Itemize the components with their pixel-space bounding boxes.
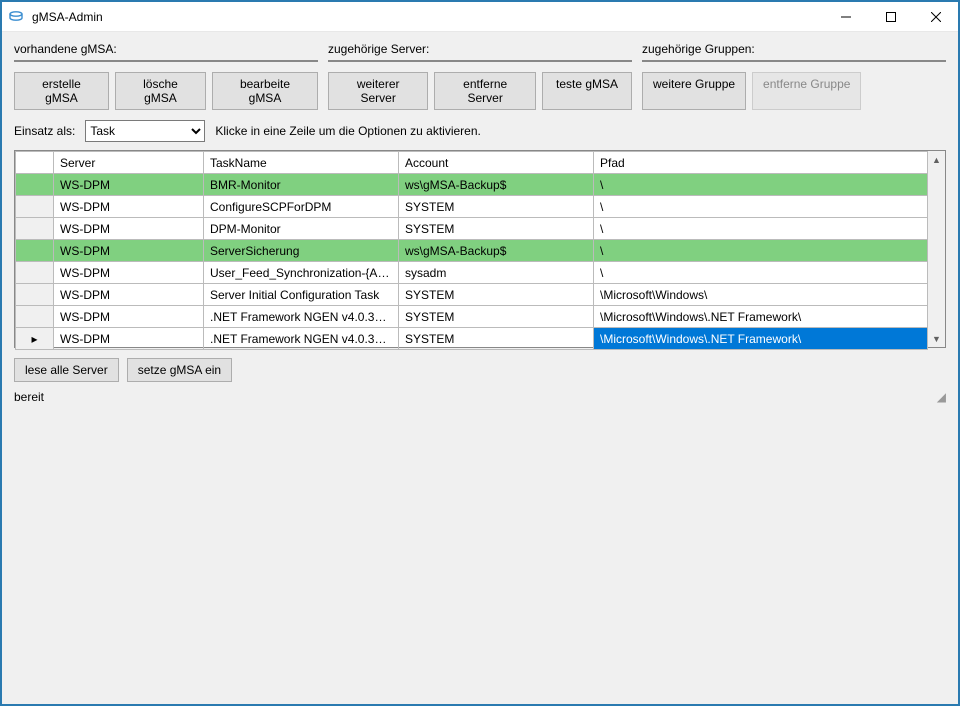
grid-cell[interactable]: ws\gMSA-Backup$ [399,240,594,262]
row-header[interactable]: ▸ [16,328,54,350]
grid-cell[interactable]: DPM-Monitor [204,218,399,240]
col-server[interactable]: Server [54,152,204,174]
table-row[interactable]: ▸WS-DPM.NET Framework NGEN v4.0.30319 64… [16,328,928,350]
servers-listbox[interactable]: WS-DC1.ws.itsWS-FS1.ws.itsWS-MX1.ws.itsW… [328,60,632,62]
apply-gmsa-button[interactable]: setze gMSA ein [127,358,232,382]
grid-cell[interactable]: \ [594,218,928,240]
gmsa-label: vorhandene gMSA: [14,42,318,56]
resize-grip-icon[interactable]: ◢ [932,390,946,404]
grid-corner [16,152,54,174]
grid-cell[interactable]: SYSTEM [399,284,594,306]
grid-cell[interactable]: WS-DPM [54,306,204,328]
row-header[interactable] [16,284,54,306]
grid-cell[interactable]: ServerSicherung [204,240,399,262]
col-task[interactable]: TaskName [204,152,399,174]
grid-cell[interactable]: Server Initial Configuration Task [204,284,399,306]
scroll-up-icon[interactable]: ▲ [928,61,945,62]
maximize-button[interactable] [868,3,913,31]
window-title: gMSA-Admin [30,10,823,24]
grid-cell[interactable]: WS-DPM [54,328,204,350]
task-grid[interactable]: Server TaskName Account Pfad WS-DPMBMR-M… [14,150,946,348]
status-text: bereit [14,390,44,404]
grid-cell[interactable]: User_Feed_Synchronization-{A6AB57... [204,262,399,284]
grid-cell[interactable]: BMR-Monitor [204,174,399,196]
grid-cell[interactable]: \Microsoft\Windows\ [594,284,928,306]
delete-gmsa-button[interactable]: lösche gMSA [115,72,206,110]
close-button[interactable] [913,3,958,31]
row-header[interactable] [16,306,54,328]
titlebar: gMSA-Admin [2,2,958,32]
servers-label: zugehörige Server: [328,42,632,56]
scroll-down-icon[interactable]: ▼ [928,60,945,61]
grid-cell[interactable]: .NET Framework NGEN v4.0.30319 64 [204,328,399,350]
table-row[interactable]: WS-DPMUser_Feed_Synchronization-{A6AB57.… [16,262,928,284]
more-server-button[interactable]: weiterer Server [328,72,428,110]
edit-gmsa-button[interactable]: bearbeite gMSA [212,72,318,110]
grid-cell[interactable]: ConfigureSCPForDPM [204,196,399,218]
more-group-button[interactable]: weitere Gruppe [642,72,746,110]
row-header[interactable] [16,196,54,218]
read-servers-button[interactable]: lese alle Server [14,358,119,382]
grid-cell[interactable]: WS-DPM [54,218,204,240]
grid-cell[interactable]: sysadm [399,262,594,284]
app-icon [8,9,24,25]
table-row[interactable]: WS-DPMServerSicherungws\gMSA-Backup$\ [16,240,928,262]
scroll-down-icon[interactable]: ▼ [928,330,945,347]
grid-cell[interactable]: \Microsoft\Windows\.NET Framework\ [594,328,928,350]
grid-cell[interactable]: WS-DPM [54,174,204,196]
grid-cell[interactable]: \ [594,196,928,218]
col-path[interactable]: Pfad [594,152,928,174]
grid-cell[interactable]: SYSTEM [399,328,594,350]
row-header[interactable] [16,240,54,262]
grid-cell[interactable]: \ [594,262,928,284]
grid-cell[interactable]: WS-DPM [54,284,204,306]
minimize-button[interactable] [823,3,868,31]
remove-server-button[interactable]: entferne Server [434,72,536,110]
groups-label: zugehörige Gruppen: [642,42,946,56]
grid-cell[interactable]: \ [594,174,928,196]
create-gmsa-button[interactable]: erstelle gMSA [14,72,109,110]
einsatz-select[interactable]: Task [85,120,205,142]
grid-cell[interactable]: WS-DPM [54,240,204,262]
row-header[interactable] [16,174,54,196]
grid-cell[interactable]: .NET Framework NGEN v4.0.30319 [204,306,399,328]
table-row[interactable]: WS-DPM.NET Framework NGEN v4.0.30319SYST… [16,306,928,328]
table-row[interactable]: WS-DPMBMR-Monitorws\gMSA-Backup$\ [16,174,928,196]
gmsa-listbox[interactable]: gMSA-ADFS (Service ADFS)gMSA-Backup (Tas… [14,60,318,62]
grid-cell[interactable]: WS-DPM [54,196,204,218]
grid-cell[interactable]: \ [594,240,928,262]
scroll-up-icon[interactable]: ▲ [928,151,945,168]
table-row[interactable]: WS-DPMConfigureSCPForDPMSYSTEM\ [16,196,928,218]
einsatz-label: Einsatz als: [14,124,75,138]
grid-cell[interactable]: ws\gMSA-Backup$ [399,174,594,196]
remove-group-button: entferne Gruppe [752,72,861,110]
row-header[interactable] [16,262,54,284]
table-row[interactable]: WS-DPMDPM-MonitorSYSTEM\ [16,218,928,240]
groups-listbox[interactable]: --- direkte Gruppen: ---GG-SEC-Server-JB… [642,60,946,62]
grid-cell[interactable]: SYSTEM [399,218,594,240]
grid-scrollbar[interactable]: ▲ ▼ [928,151,945,347]
grid-cell[interactable]: WS-DPM [54,262,204,284]
grid-cell[interactable]: \Microsoft\Windows\.NET Framework\ [594,306,928,328]
table-row[interactable]: WS-DPMServer Initial Configuration TaskS… [16,284,928,306]
einsatz-hint: Klicke in eine Zeile um die Optionen zu … [215,124,480,138]
col-account[interactable]: Account [399,152,594,174]
test-gmsa-button[interactable]: teste gMSA [542,72,632,110]
row-header[interactable] [16,218,54,240]
grid-cell[interactable]: SYSTEM [399,306,594,328]
grid-cell[interactable]: SYSTEM [399,196,594,218]
